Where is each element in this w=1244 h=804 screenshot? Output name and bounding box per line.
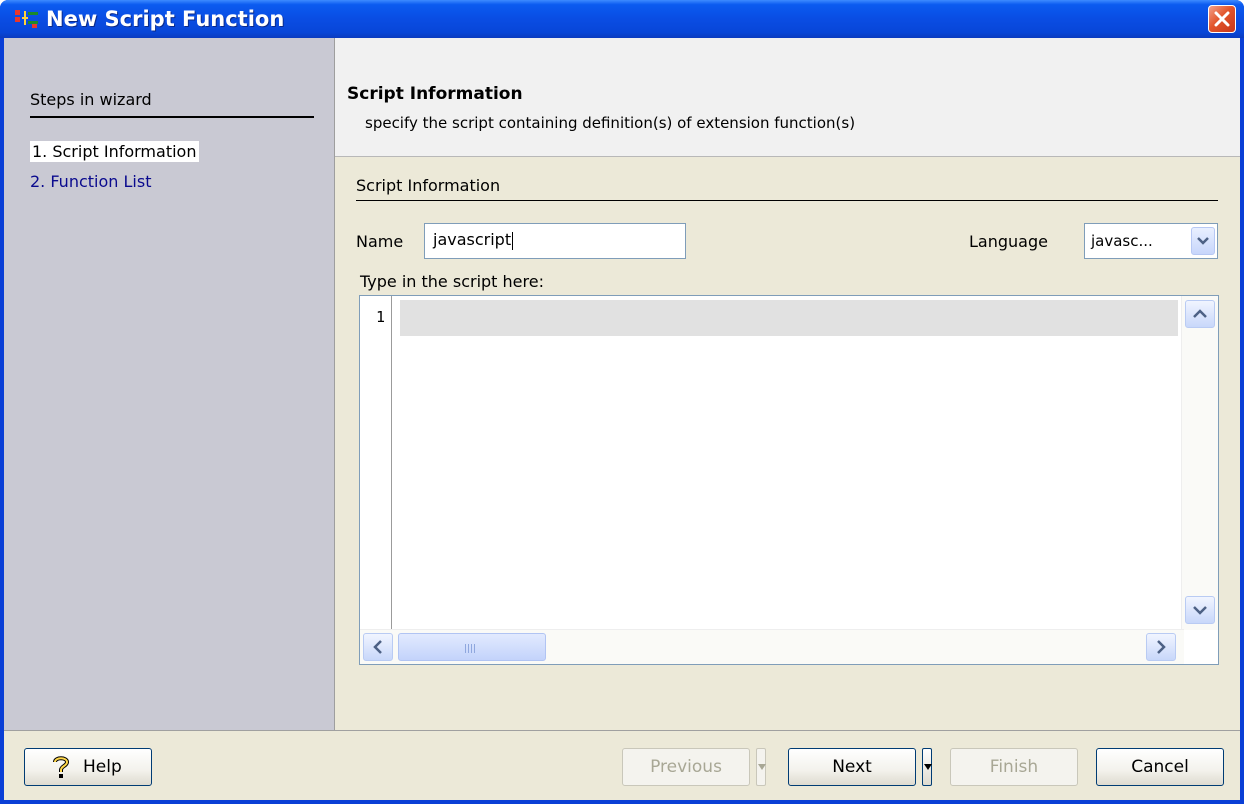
section-title: Script Information: [356, 176, 501, 195]
caret-down-icon: [924, 764, 932, 770]
chevron-down-icon: [1193, 606, 1207, 615]
scroll-right-button[interactable]: [1146, 633, 1176, 661]
script-editor[interactable]: 1: [359, 295, 1219, 665]
chevron-left-icon: [373, 640, 382, 654]
cancel-label: Cancel: [1131, 757, 1189, 777]
chevron-right-icon: [1157, 640, 1166, 654]
name-value: javascript: [433, 230, 512, 249]
scroll-down-button[interactable]: [1185, 596, 1215, 624]
title-bar[interactable]: New Script Function: [0, 0, 1244, 38]
finish-button[interactable]: Finish: [950, 748, 1078, 786]
steps-divider: [30, 116, 314, 118]
name-field[interactable]: javascript: [424, 223, 686, 259]
close-icon: [1214, 11, 1230, 27]
function-icon: [15, 10, 38, 28]
page-subtitle: specify the script containing definition…: [365, 114, 856, 132]
help-button[interactable]: Help: [24, 748, 152, 786]
language-select[interactable]: javasc...: [1084, 223, 1218, 259]
previous-label: Previous: [650, 757, 722, 777]
grip-icon: [465, 644, 477, 653]
cancel-button[interactable]: Cancel: [1096, 748, 1224, 786]
name-label: Name: [356, 232, 404, 251]
next-button[interactable]: Next: [788, 748, 916, 786]
next-split-arrow[interactable]: [922, 748, 932, 786]
scroll-left-button[interactable]: [363, 633, 393, 661]
next-label: Next: [832, 757, 872, 777]
horizontal-scroll-thumb[interactable]: [398, 633, 546, 661]
line-number-gutter: 1: [360, 296, 392, 630]
dialog-body: Steps in wizard 1. Script Information 2.…: [4, 38, 1240, 800]
chevron-down-icon: [1197, 237, 1209, 245]
finish-label: Finish: [989, 757, 1039, 777]
steps-panel: Steps in wizard 1. Script Information 2.…: [4, 38, 335, 730]
previous-button[interactable]: Previous: [622, 748, 750, 786]
close-button[interactable]: [1208, 5, 1236, 33]
language-label: Language: [969, 232, 1048, 251]
page-title: Script Information: [347, 84, 523, 104]
language-value: javasc...: [1091, 232, 1153, 250]
text-caret: [512, 231, 514, 250]
steps-title: Steps in wizard: [30, 90, 152, 109]
window-title: New Script Function: [46, 7, 285, 31]
help-icon: [53, 756, 70, 778]
step-script-information[interactable]: 1. Script Information: [30, 141, 200, 162]
footer-divider: [4, 730, 1240, 731]
dropdown-button[interactable]: [1191, 227, 1215, 255]
section-divider: [356, 200, 1218, 201]
vertical-scrollbar[interactable]: [1181, 296, 1218, 630]
previous-split-arrow[interactable]: [756, 748, 766, 786]
help-label: Help: [83, 757, 122, 777]
horizontal-scrollbar[interactable]: [360, 629, 1184, 664]
step-function-list[interactable]: 2. Function List: [30, 172, 151, 191]
line-number: 1: [375, 308, 385, 326]
caret-down-icon: [758, 764, 766, 770]
script-label: Type in the script here:: [360, 272, 544, 291]
page-header: Script Information specify the script co…: [335, 38, 1240, 157]
chevron-up-icon: [1193, 309, 1207, 318]
scroll-up-button[interactable]: [1185, 300, 1215, 328]
current-line-highlight: [400, 300, 1178, 336]
dialog-window: New Script Function Steps in wizard 1. S…: [0, 0, 1244, 804]
